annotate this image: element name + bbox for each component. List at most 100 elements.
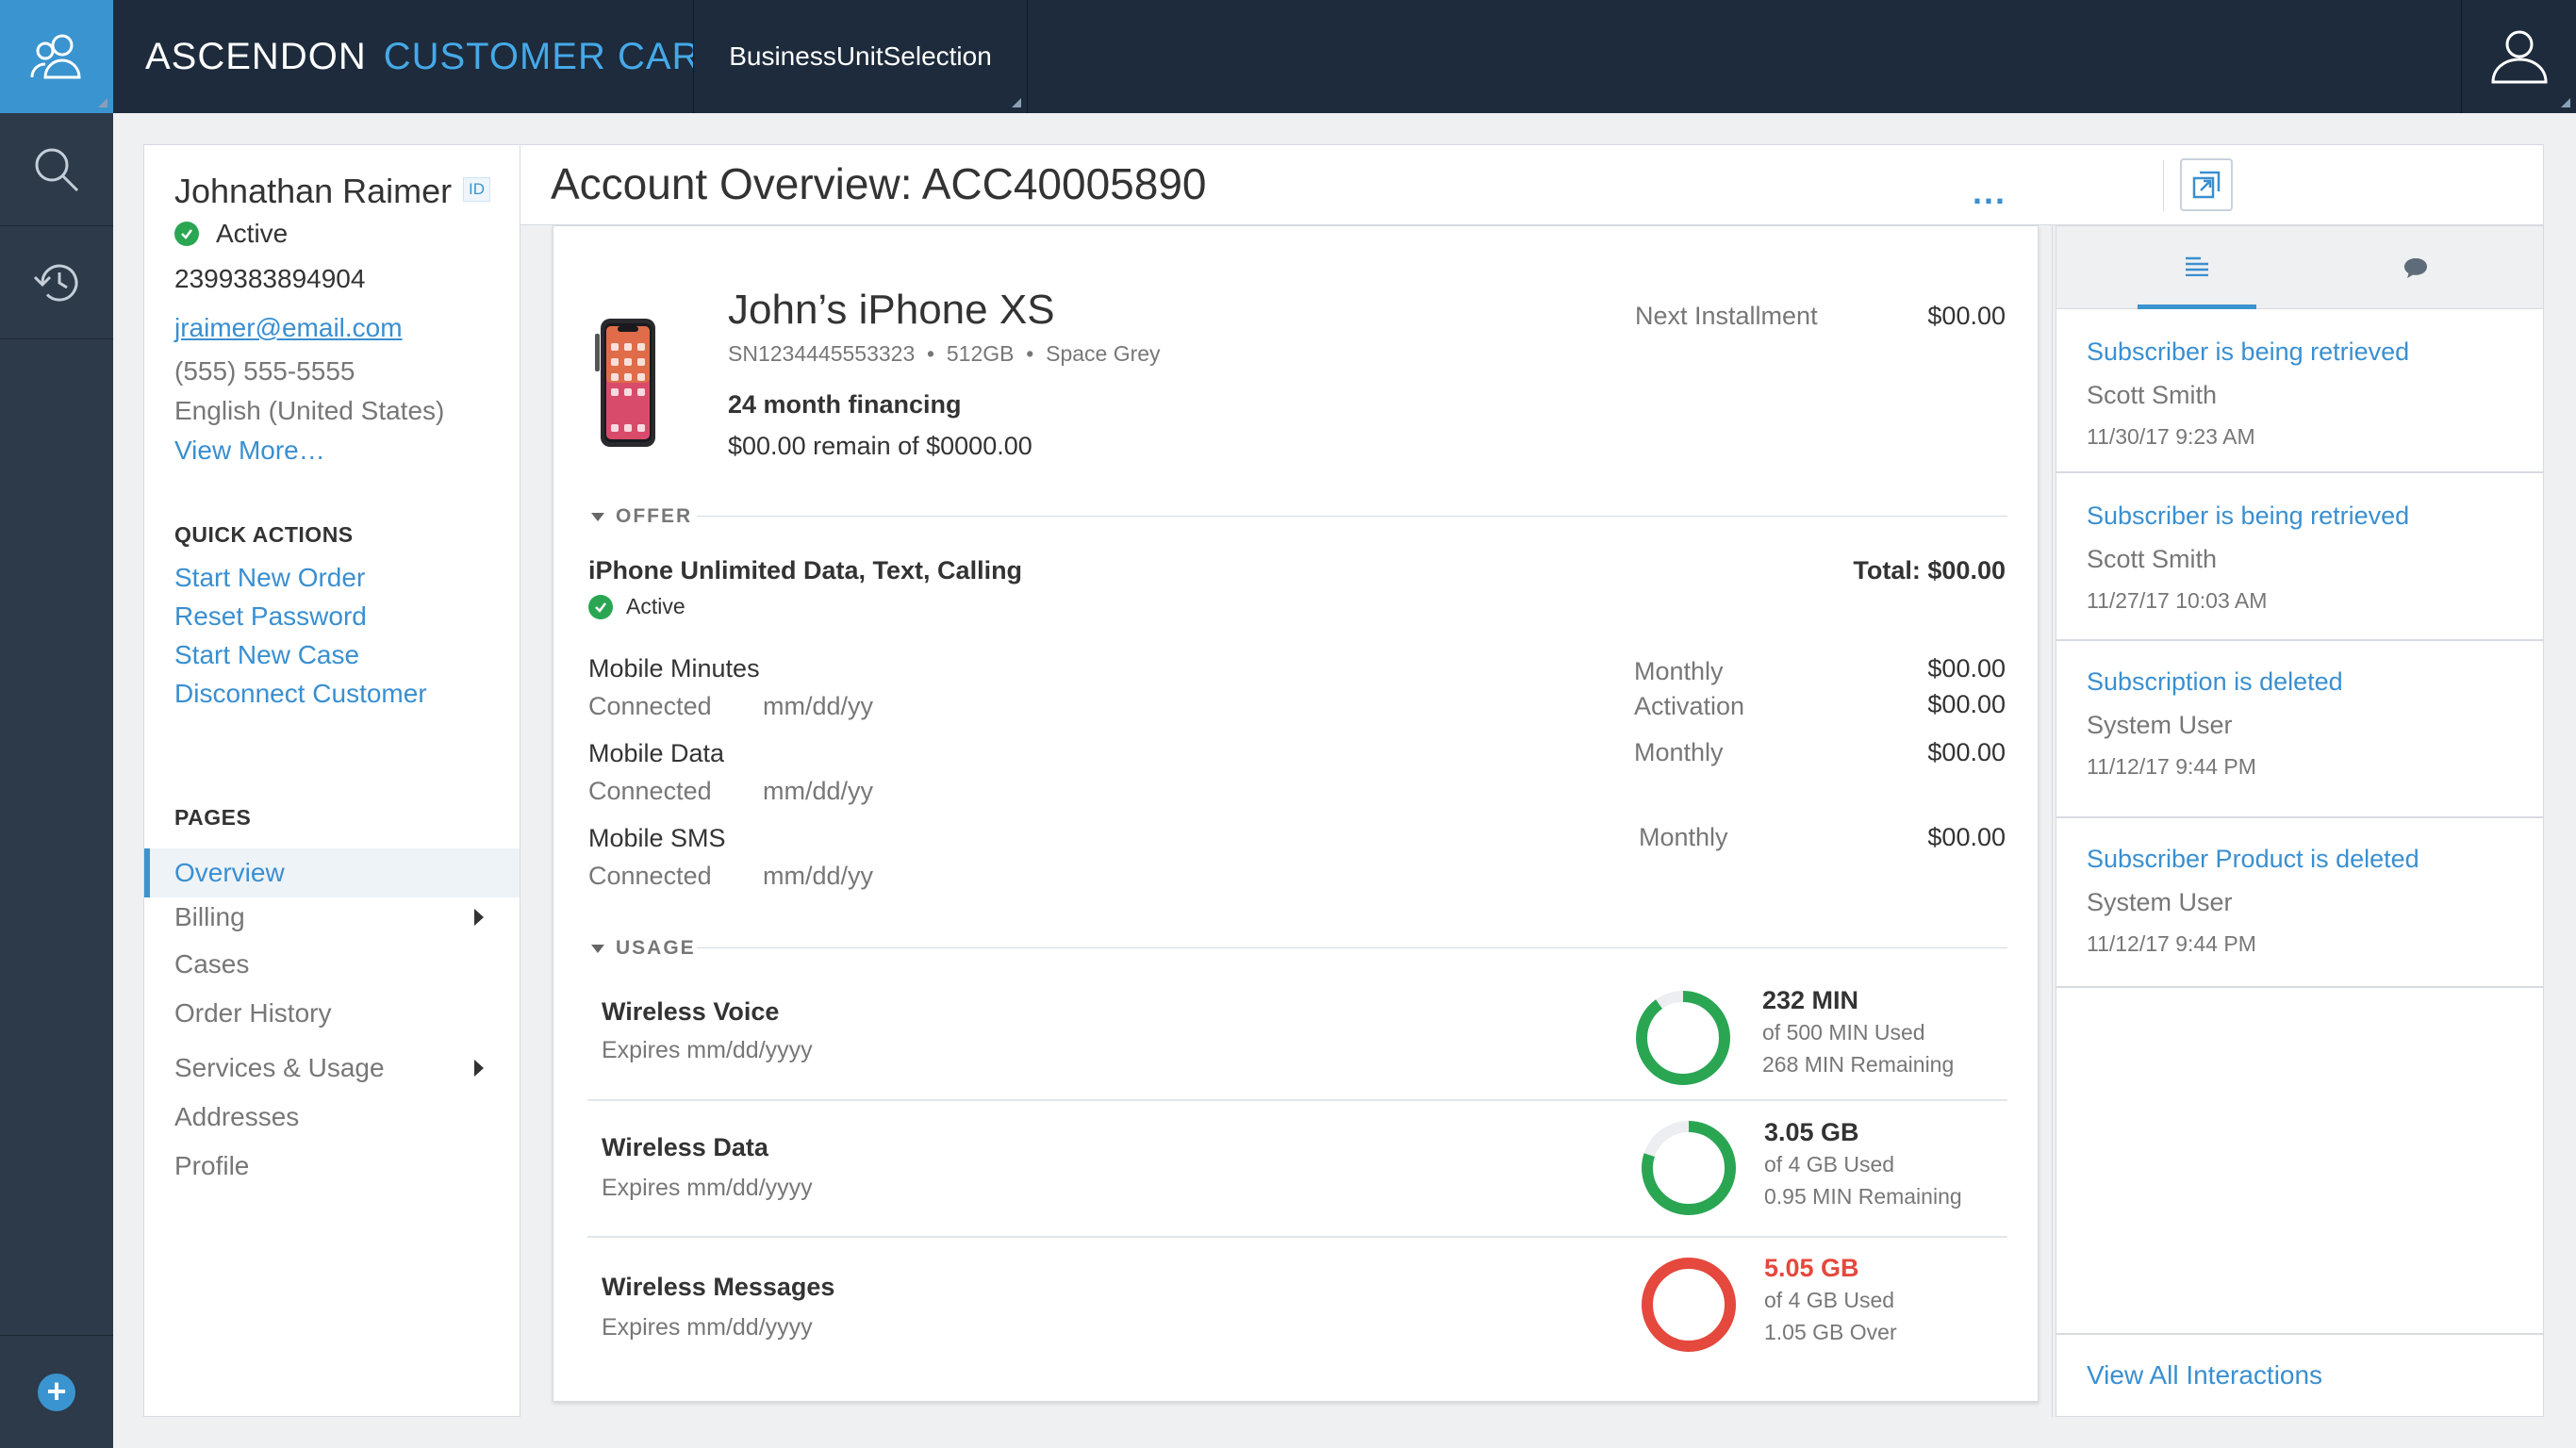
interaction-event[interactable]: Subscriber is being retrieved Scott Smit… xyxy=(2056,473,2543,641)
customer-email-link[interactable]: jraimer@email.com xyxy=(174,313,403,343)
quick-actions-heading: QUICK ACTIONS xyxy=(174,522,354,547)
popout-icon xyxy=(2192,171,2221,199)
disconnect-customer-link[interactable]: Disconnect Customer xyxy=(174,679,427,709)
usage-name: Wireless Data xyxy=(602,1133,768,1161)
left-rail: + xyxy=(0,113,113,1448)
offer-section-toggle[interactable]: OFFER xyxy=(591,505,692,528)
charge-label: Monthly xyxy=(1634,738,1724,766)
usage-remaining: 268 MIN Remaining xyxy=(1762,1052,1955,1077)
pages-heading: PAGES xyxy=(174,805,252,830)
rail-search-button[interactable] xyxy=(0,113,113,226)
usage-expires: Expires mm/dd/yyyy xyxy=(602,1314,813,1341)
reset-password-link[interactable]: Reset Password xyxy=(174,601,367,632)
device-capacity: 512GB xyxy=(946,341,1015,366)
list-icon xyxy=(2186,256,2208,276)
tab-activity[interactable] xyxy=(2138,226,2256,309)
user-menu-button[interactable] xyxy=(2461,0,2576,113)
offer-total: Total: $00.00 xyxy=(1853,556,2006,584)
nav-item-label: Profile xyxy=(174,1151,250,1180)
charge-value: $00.00 xyxy=(1927,690,2006,718)
event-user: Scott Smith xyxy=(2087,545,2218,573)
usage-remaining: 1.05 GB Over xyxy=(1764,1320,1897,1344)
nav-item-label: Addresses xyxy=(174,1102,300,1131)
view-all-interactions-link[interactable]: View All Interactions xyxy=(2056,1333,2543,1416)
interaction-event[interactable]: Subscriber Product is deleted System Use… xyxy=(2056,818,2543,988)
interaction-event[interactable]: Subscription is deleted System User 11/1… xyxy=(2056,641,2543,818)
customer-phone: (555) 555-5555 xyxy=(174,356,355,386)
event-title[interactable]: Subscription is deleted xyxy=(2087,667,2343,697)
service-status: Connected xyxy=(588,862,712,890)
rail-history-button[interactable] xyxy=(0,226,113,339)
view-more-link[interactable]: View More… xyxy=(174,436,325,466)
device-meta: SN1234445553323 • 512GB • Space Grey xyxy=(728,341,1161,367)
event-user: Scott Smith xyxy=(2087,381,2218,409)
search-icon xyxy=(35,148,79,191)
row-divider xyxy=(587,1099,2007,1101)
more-options-button[interactable]: ... xyxy=(1973,175,2006,209)
top-bar: ASCENDON CUSTOMER CARE BusinessUnitSelec… xyxy=(0,0,2576,113)
charge-label: Monthly xyxy=(1634,657,1724,685)
customers-icon xyxy=(30,34,81,79)
tab-comments[interactable] xyxy=(2356,226,2475,309)
popout-button[interactable] xyxy=(2180,158,2233,211)
nav-item-overview[interactable]: Overview xyxy=(144,848,520,897)
row-divider xyxy=(587,1236,2007,1238)
usage-name: Wireless Voice xyxy=(602,997,780,1026)
charge-value: $00.00 xyxy=(1927,654,2006,683)
interaction-event[interactable]: Subscriber is being retrieved Scott Smit… xyxy=(2056,309,2543,473)
customer-name: Johnathan Raimer xyxy=(174,172,453,210)
usage-expires: Expires mm/dd/yyyy xyxy=(602,1175,813,1201)
nav-item-services-usage[interactable]: Services & Usage xyxy=(144,1044,520,1093)
usage-amount: 232 MIN xyxy=(1762,986,1859,1014)
nav-item-addresses[interactable]: Addresses xyxy=(144,1093,520,1142)
rail-add-button[interactable]: + xyxy=(0,1335,113,1448)
offer-name: iPhone Unlimited Data, Text, Calling xyxy=(588,556,1023,584)
charge-value: $00.00 xyxy=(1927,823,2006,851)
next-installment-value: $00.00 xyxy=(1927,302,2006,330)
service-date: mm/dd/yy xyxy=(763,862,874,890)
charge-label: Monthly xyxy=(1639,823,1728,851)
usage-donut xyxy=(1642,1258,1736,1352)
usage-section-toggle[interactable]: USAGE xyxy=(591,937,696,960)
donut-arc xyxy=(1642,1258,1736,1352)
view-all-label: View All Interactions xyxy=(2087,1360,2323,1390)
usage-of: of 4 GB Used xyxy=(1764,1288,1895,1312)
dropdown-corner xyxy=(2561,98,2570,107)
event-title[interactable]: Subscriber is being retrieved xyxy=(2087,502,2409,531)
nav-item-profile[interactable]: Profile xyxy=(144,1142,520,1191)
device-name: John’s iPhone XS xyxy=(728,287,1055,333)
customer-status: Active xyxy=(174,219,288,249)
customer-status-label: Active xyxy=(216,219,289,248)
event-title[interactable]: Subscriber Product is deleted xyxy=(2087,845,2419,874)
start-new-case-link[interactable]: Start New Case xyxy=(174,640,359,670)
nav-item-label: Overview xyxy=(174,858,285,887)
phone-image xyxy=(586,315,659,451)
customers-icon-button[interactable] xyxy=(0,0,113,113)
nav-item-label: Billing xyxy=(174,902,245,931)
usage-of: of 4 GB Used xyxy=(1764,1152,1895,1176)
customer-language: English (United States) xyxy=(174,396,445,425)
customer-id-badge[interactable]: ID xyxy=(463,177,490,202)
section-divider xyxy=(697,947,2007,948)
usage-name: Wireless Messages xyxy=(602,1273,835,1301)
event-time: 11/27/17 10:03 AM xyxy=(2087,588,2268,613)
service-name: Mobile SMS xyxy=(588,824,726,852)
service-name: Mobile Data xyxy=(588,739,725,767)
nav-item-label: Cases xyxy=(174,949,250,979)
check-circle-icon xyxy=(174,222,199,246)
offer-status-label: Active xyxy=(626,594,685,618)
header-divider xyxy=(2163,160,2164,211)
chevron-right-icon xyxy=(474,909,484,926)
nav-item-cases[interactable]: Cases xyxy=(144,940,520,989)
business-unit-selector[interactable]: BusinessUnitSelection xyxy=(693,0,1028,113)
usage-section-label: USAGE xyxy=(616,937,696,959)
usage-remaining: 0.95 MIN Remaining xyxy=(1764,1184,1962,1209)
nav-item-order-history[interactable]: Order History xyxy=(144,989,520,1038)
event-title[interactable]: Subscriber is being retrieved xyxy=(2087,337,2409,367)
device-serial: SN1234445553323 xyxy=(728,341,916,366)
nav-item-label: Order History xyxy=(174,998,332,1028)
section-divider xyxy=(697,516,2007,517)
service-date: mm/dd/yy xyxy=(763,777,874,805)
nav-item-billing[interactable]: Billing xyxy=(144,893,520,942)
start-new-order-link[interactable]: Start New Order xyxy=(174,563,365,593)
